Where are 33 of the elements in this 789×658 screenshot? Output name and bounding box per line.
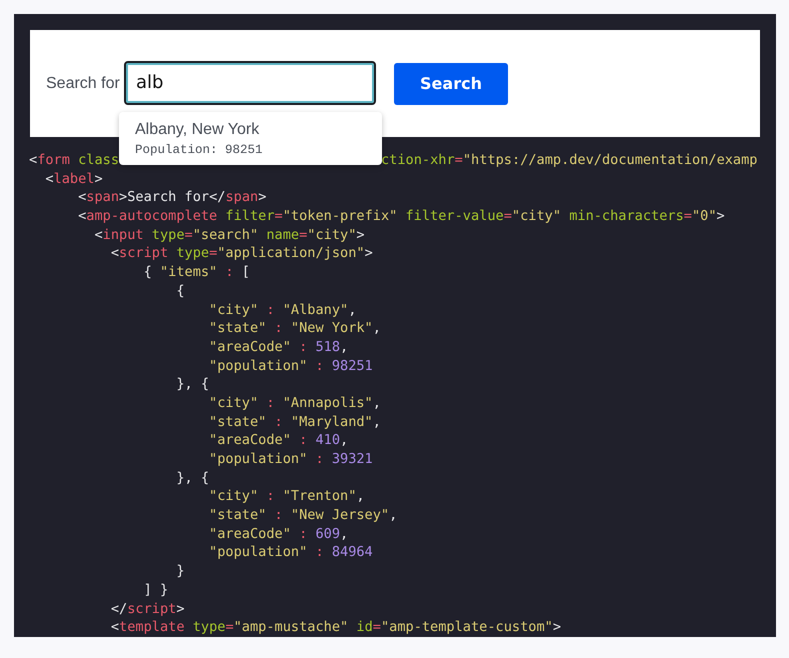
code-line: "areaCode" : 609, (208, 524, 348, 544)
option-detail: Population: 98251 (135, 143, 264, 157)
code-line: "population" : 98251 (208, 356, 373, 376)
code-line: } (175, 562, 184, 581)
code-line: <template type="amp-mustache" id="amp-template-custom"> (110, 618, 562, 637)
autocomplete-option[interactable]: Albany, New York Population: 98251 (119, 112, 382, 165)
code-line: "city" : "Albany", (208, 300, 356, 320)
code-line: <input type="search" name="city"> (93, 226, 365, 244)
option-title: Albany, New York (135, 121, 260, 139)
code-line: "city" : "Trenton", (208, 487, 365, 506)
code-line: <form class (29, 151, 120, 170)
code-line: }, { (175, 468, 210, 488)
code-line: ] } (142, 580, 168, 600)
code-line: "population" : 84964 (208, 543, 373, 562)
code-line: "city" : "Annapolis", (208, 394, 381, 413)
code-line: "state" : "New York", (208, 319, 381, 338)
code-line: "state" : "Maryland", (208, 412, 381, 432)
code-line: { "items" : [ (142, 263, 250, 282)
code-line: { (175, 282, 184, 300)
code-line: "state" : "New Jersey", (208, 506, 398, 525)
code-line: "areaCode" : 518, (208, 338, 348, 357)
code-line: </script> (110, 600, 185, 618)
code-line: <amp-autocomplete filter="token-prefix" filter-value="city" min-characters="0"> (77, 207, 725, 226)
code-line: "population" : 39321 (208, 450, 373, 469)
code-line: <label> (44, 170, 103, 188)
code-line: <span>Search for</span> (77, 188, 266, 208)
code-line: }, { (175, 375, 210, 394)
code-line: <script type="application/json"> (110, 244, 373, 264)
code-line: "areaCode" : 410, (208, 431, 348, 450)
code-line: ction-xhr="https://amp.dev/documentation/examp (381, 151, 758, 170)
search-label: Search for (46, 74, 121, 92)
search-button[interactable]: Search (394, 62, 508, 104)
search-field[interactable]: alb (124, 60, 376, 104)
